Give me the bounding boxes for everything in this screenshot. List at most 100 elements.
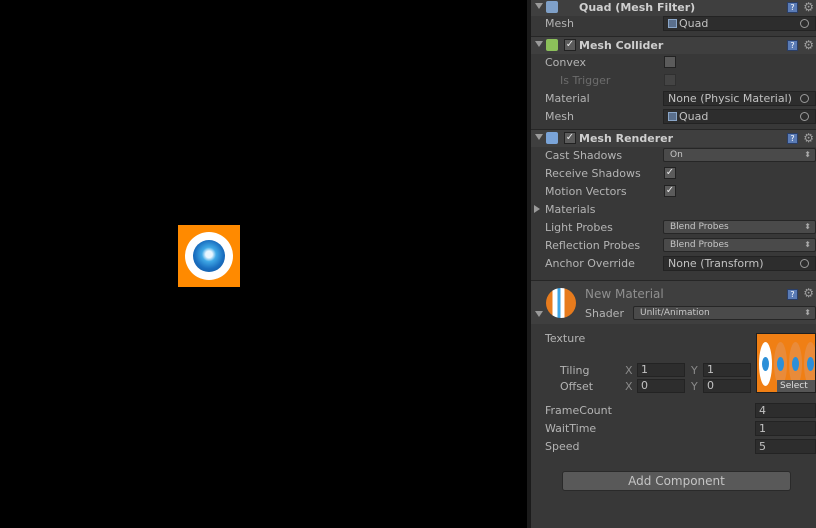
receive-shadows-checkbox[interactable]: ✓ — [664, 167, 676, 179]
texture-label: Texture — [545, 332, 586, 345]
light-probes-row: Light Probes Blend Probes ⬍ — [531, 219, 816, 237]
gear-icon[interactable]: ⚙ — [803, 286, 814, 300]
reflection-probes-row: Reflection Probes Blend Probes ⬍ — [531, 237, 816, 255]
animated-quad-sprite[interactable] — [178, 225, 240, 287]
motion-vectors-checkbox[interactable]: ✓ — [664, 185, 676, 197]
material-preview-thumbnail — [546, 288, 576, 318]
convex-label: Convex — [545, 56, 586, 69]
speed-row: Speed 5 — [531, 438, 816, 456]
shader-label: Shader — [585, 307, 624, 320]
dropdown-arrow-icon: ⬍ — [804, 240, 811, 249]
cast-shadows-dropdown[interactable]: On ⬍ — [663, 148, 816, 162]
offset-y[interactable]: Y 0 — [691, 378, 753, 393]
convex-checkbox[interactable] — [664, 56, 676, 68]
cast-shadows-label: Cast Shadows — [545, 149, 623, 162]
framecount-input[interactable]: 4 — [755, 403, 816, 418]
is-trigger-row: Is Trigger — [531, 72, 816, 90]
light-probes-dropdown[interactable]: Blend Probes ⬍ — [663, 220, 816, 234]
mesh-renderer-header[interactable]: ✓ Mesh Renderer ? ⚙ — [531, 129, 816, 147]
dropdown-arrow-icon: ⬍ — [804, 308, 811, 317]
tiling-label: Tiling — [560, 364, 590, 377]
material-header[interactable]: New Material Shader Unlit/Animation ⬍ ? … — [531, 280, 816, 324]
anchor-override-value: None (Transform) — [668, 257, 764, 270]
help-icon[interactable]: ? — [787, 2, 798, 13]
offset-label: Offset — [560, 380, 594, 393]
mesh-icon — [668, 112, 677, 121]
physic-material-value: None (Physic Material) — [668, 92, 792, 105]
anchor-override-field[interactable]: None (Transform) — [663, 256, 816, 271]
mesh-field[interactable]: Quad — [663, 16, 816, 31]
offset-y-input[interactable]: 0 — [703, 379, 751, 393]
mesh-label: Mesh — [545, 110, 574, 123]
help-icon[interactable]: ? — [787, 289, 798, 300]
receive-shadows-row: Receive Shadows ✓ — [531, 165, 816, 183]
axis-y-label: Y — [691, 380, 698, 393]
cast-shadows-value: On — [670, 150, 683, 160]
axis-x-label: X — [625, 380, 633, 393]
gear-icon[interactable]: ⚙ — [803, 131, 814, 145]
collider-mesh-row: Mesh Quad — [531, 108, 816, 126]
offset-row: Offset X 0 Y 0 — [531, 378, 816, 396]
tiling-y[interactable]: Y 1 — [691, 362, 753, 377]
speed-input[interactable]: 5 — [755, 439, 816, 454]
axis-y-label: Y — [691, 364, 698, 377]
tiling-y-input[interactable]: 1 — [703, 363, 751, 377]
mesh-filter-mesh-row: Mesh Quad — [531, 15, 816, 33]
is-trigger-checkbox[interactable] — [664, 74, 676, 86]
materials-label: Materials — [545, 203, 596, 216]
help-icon[interactable]: ? — [787, 40, 798, 51]
dropdown-arrow-icon: ⬍ — [804, 222, 811, 231]
waittime-row: WaitTime 1 — [531, 420, 816, 438]
convex-row: Convex — [531, 54, 816, 72]
waittime-input[interactable]: 1 — [755, 421, 816, 436]
mesh-collider-enabled-checkbox[interactable]: ✓ — [564, 39, 576, 51]
add-component-button[interactable]: Add Component — [562, 471, 791, 491]
reflection-probes-dropdown[interactable]: Blend Probes ⬍ — [663, 238, 816, 252]
foldout-arrow-icon[interactable] — [535, 41, 543, 47]
offset-x-input[interactable]: 0 — [637, 379, 685, 393]
mesh-collider-title: Mesh Collider — [579, 39, 664, 52]
shader-value: Unlit/Animation — [640, 308, 710, 318]
framecount-label: FrameCount — [545, 404, 612, 417]
material-name: New Material — [585, 287, 664, 301]
mesh-collider-header[interactable]: ✓ Mesh Collider ? ⚙ — [531, 36, 816, 54]
framecount-row: FrameCount 4 — [531, 402, 816, 420]
mesh-renderer-icon — [546, 132, 558, 144]
materials-row[interactable]: Materials — [531, 201, 816, 219]
shader-dropdown[interactable]: Unlit/Animation ⬍ — [633, 306, 816, 320]
mesh-filter-header[interactable]: Quad (Mesh Filter) ? ⚙ — [531, 0, 816, 16]
inspector-panel: Quad (Mesh Filter) ? ⚙ Mesh Quad ✓ Mesh … — [531, 0, 816, 528]
anchor-override-label: Anchor Override — [545, 257, 635, 270]
object-picker-icon[interactable] — [800, 259, 809, 268]
collider-mesh-field[interactable]: Quad — [663, 109, 816, 124]
help-icon[interactable]: ? — [787, 133, 798, 144]
foldout-arrow-icon[interactable] — [535, 3, 543, 9]
mesh-filter-title: Quad (Mesh Filter) — [579, 1, 696, 14]
mesh-label: Mesh — [545, 17, 574, 30]
scene-view[interactable] — [0, 0, 527, 528]
collider-mesh-value: Quad — [679, 110, 709, 123]
axis-x-label: X — [625, 364, 633, 377]
object-picker-icon[interactable] — [800, 112, 809, 121]
mesh-renderer-enabled-checkbox[interactable]: ✓ — [564, 132, 576, 144]
tiling-x-input[interactable]: 1 — [637, 363, 685, 377]
material-label: Material — [545, 92, 590, 105]
object-picker-icon[interactable] — [800, 94, 809, 103]
mesh-renderer-title: Mesh Renderer — [579, 132, 674, 145]
foldout-arrow-icon[interactable] — [535, 311, 543, 317]
physic-material-field[interactable]: None (Physic Material) — [663, 91, 816, 106]
offset-x[interactable]: X 0 — [625, 378, 687, 393]
anchor-override-row: Anchor Override None (Transform) — [531, 255, 816, 273]
light-probes-label: Light Probes — [545, 221, 613, 234]
reflection-probes-label: Reflection Probes — [545, 239, 641, 252]
mesh-icon — [668, 19, 677, 28]
gear-icon[interactable]: ⚙ — [803, 0, 814, 14]
tiling-x[interactable]: X 1 — [625, 362, 687, 377]
object-picker-icon[interactable] — [800, 19, 809, 28]
gear-icon[interactable]: ⚙ — [803, 38, 814, 52]
motion-vectors-row: Motion Vectors ✓ — [531, 183, 816, 201]
receive-shadows-label: Receive Shadows — [545, 167, 641, 180]
foldout-arrow-icon[interactable] — [535, 134, 543, 140]
is-trigger-label: Is Trigger — [560, 74, 611, 87]
foldout-arrow-icon[interactable] — [534, 205, 540, 213]
